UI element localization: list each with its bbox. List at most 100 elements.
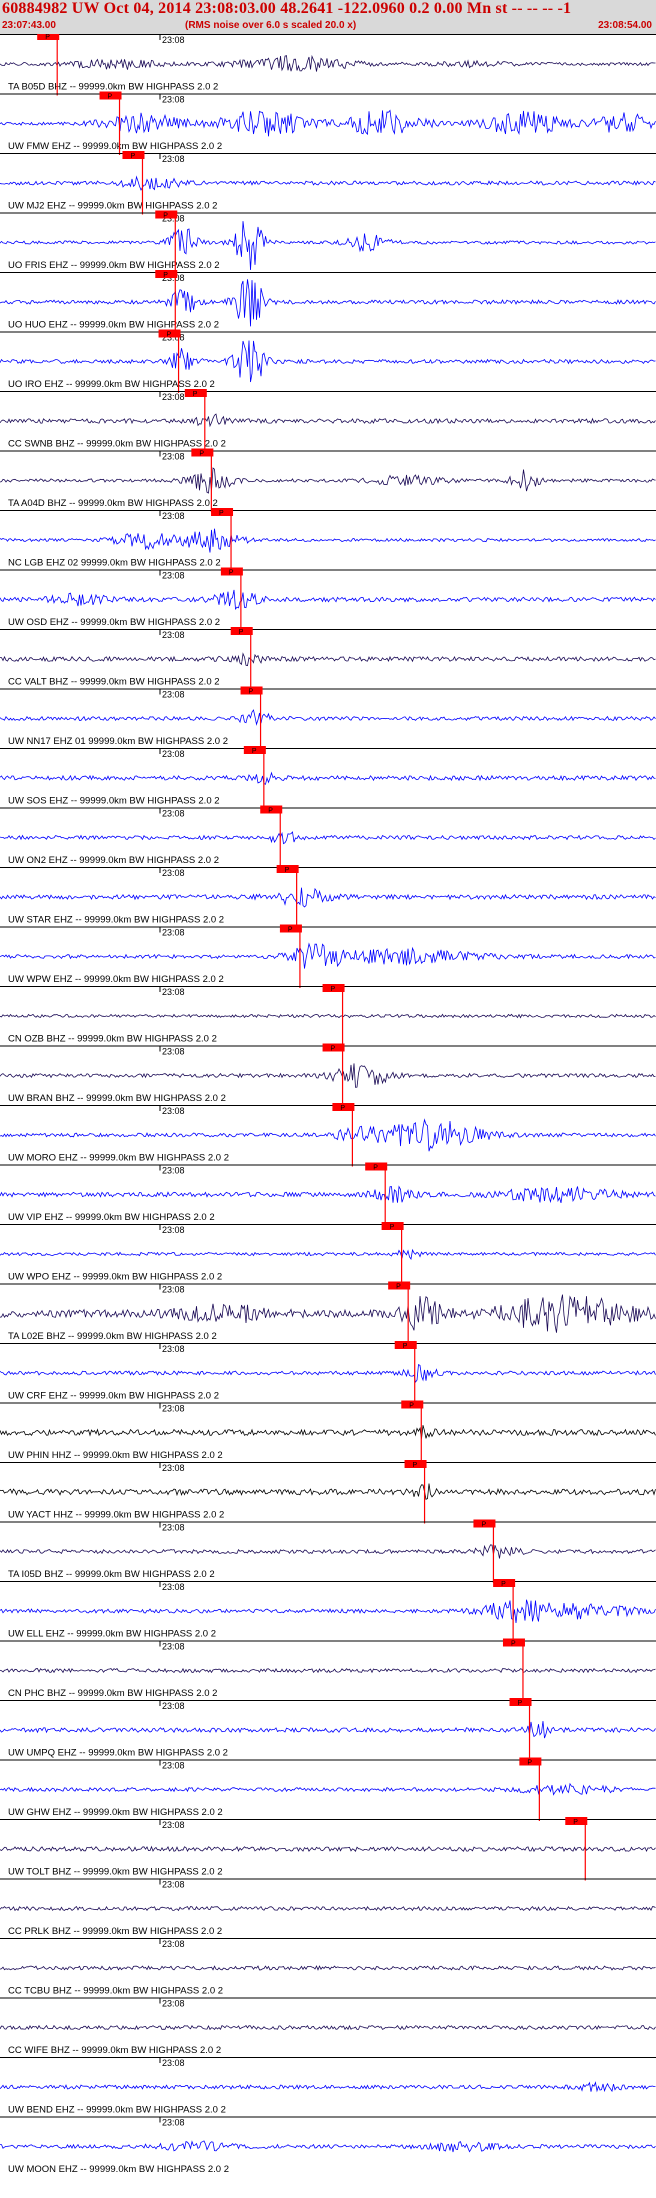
pick-marker-label: P	[163, 213, 168, 220]
waveform-trace	[0, 1118, 656, 1152]
channel-label: TA L02E BHZ -- 99999.0km BW HIGHPASS 2.0…	[8, 1331, 217, 1342]
pick-marker-label: P	[409, 1403, 414, 1410]
channel-label: UW NN17 EHZ 01 99999.0km BW HIGHPASS 2.0…	[8, 736, 228, 747]
waveform-trace	[0, 54, 656, 72]
waveform-trace	[0, 1013, 656, 1019]
time-tick-label: 23:08	[162, 1047, 185, 1057]
pick-marker-label: P	[518, 1700, 523, 1707]
event-title: 60884982 UW Oct 04, 2014 23:08:03.00 48.…	[2, 0, 572, 17]
pick-marker-label: P	[45, 34, 50, 41]
time-tick-label: 23:08	[162, 1642, 185, 1652]
time-tick-label: 23:08	[162, 95, 185, 105]
time-tick-label: 23:08	[162, 1166, 185, 1176]
pick-marker-label: P	[249, 689, 254, 696]
time-tick-label: 23:08	[162, 1106, 185, 1116]
channel-label: UW STAR EHZ -- 99999.0km BW HIGHPASS 2.0…	[8, 915, 224, 926]
waveform-trace	[0, 942, 656, 969]
channel-label: UO FRIS EHZ -- 99999.0km BW HIGHPASS 2.0…	[8, 260, 220, 271]
waveform-trace	[0, 340, 656, 383]
pick-marker-label: P	[390, 1224, 395, 1231]
waveform-trace	[0, 1185, 656, 1204]
time-tick-label: 23:08	[162, 1999, 185, 2009]
channel-label: NC LGB EHZ 02 99999.0km BW HIGHPASS 2.0 …	[8, 558, 221, 569]
channel-label: UW MOON EHZ -- 99999.0km BW HIGHPASS 2.0…	[8, 2164, 229, 2175]
time-tick-label: 23:08	[162, 1701, 185, 1711]
channel-label: UW MORO EHZ -- 99999.0km BW HIGHPASS 2.0…	[8, 1153, 229, 1164]
time-tick-label: 23:08	[162, 1404, 185, 1414]
pick-marker-label: P	[268, 808, 273, 815]
pick-marker-label: P	[511, 1641, 516, 1648]
time-tick-label: 23:08	[162, 2118, 185, 2128]
time-tick-label: 23:08	[162, 749, 185, 759]
pick-marker-label: P	[285, 867, 290, 874]
channel-label: TA I05D BHZ -- 99999.0km BW HIGHPASS 2.0…	[8, 1569, 215, 1580]
channel-label: UW OSD EHZ -- 99999.0km BW HIGHPASS 2.0 …	[8, 617, 220, 628]
channel-label: UW CRF EHZ -- 99999.0km BW HIGHPASS 2.0 …	[8, 1391, 219, 1402]
waveform-trace	[0, 1425, 656, 1439]
pick-marker-label: P	[527, 1760, 532, 1767]
channel-label: CN OZB BHZ -- 99999.0km BW HIGHPASS 2.0 …	[8, 1034, 217, 1045]
channel-label: UW UMPQ EHZ -- 99999.0km BW HIGHPASS 2.0…	[8, 1748, 228, 1759]
pick-marker-label: P	[252, 748, 257, 755]
time-tick-label: 23:08	[162, 868, 185, 878]
time-tick-label: 23:08	[162, 1463, 185, 1473]
waveform-trace	[0, 1544, 656, 1559]
time-tick-label: 23:08	[162, 630, 185, 640]
time-tick-label: 23:08	[162, 511, 185, 521]
waveform-trace	[0, 175, 656, 191]
time-tick-label: 23:08	[162, 392, 185, 402]
time-tick-label: 23:08	[162, 452, 185, 462]
pick-marker-label: P	[229, 570, 234, 577]
channel-label: UW VIP EHZ -- 99999.0km BW HIGHPASS 2.0 …	[8, 1212, 215, 1223]
waveform-trace	[0, 652, 656, 667]
channel-label: CC WIFE BHZ -- 99999.0km BW HIGHPASS 2.0…	[8, 2045, 221, 2056]
pick-marker-label: P	[163, 272, 168, 279]
time-tick-label: 23:08	[162, 1285, 185, 1295]
time-tick-label: 23:08	[162, 987, 185, 997]
channel-label: UW TOLT BHZ -- 99999.0km BW HIGHPASS 2.0…	[8, 1867, 223, 1878]
waveform-trace	[0, 831, 656, 845]
channel-label: UW FMW EHZ -- 99999.0km BW HIGHPASS 2.0 …	[8, 141, 222, 152]
channel-label: CC TCBU BHZ -- 99999.0km BW HIGHPASS 2.0…	[8, 1986, 223, 1997]
rms-note-label: (RMS noise over 6.0 s scaled 20.0 x)	[185, 20, 357, 31]
time-tick-label: 23:08	[162, 1582, 185, 1592]
waveform-trace	[0, 1721, 656, 1739]
end-time-label: 23:08:54.00	[598, 20, 652, 31]
time-tick-label: 23:08	[162, 1344, 185, 1354]
seismogram-plot: 23:08 TA B05D BHZ -- 99999.0km BW HIGHPAS…	[0, 34, 656, 2198]
waveform-trace	[0, 771, 656, 785]
pick-marker-label: P	[340, 1105, 345, 1112]
channel-label: UO IRO EHZ -- 99999.0km BW HIGHPASS 2.0 …	[8, 379, 215, 390]
waveform-trace	[0, 2140, 656, 2153]
time-tick-label: 23:08	[162, 571, 185, 581]
time-tick-label: 23:08	[162, 928, 185, 938]
waveform-trace	[0, 1905, 656, 1912]
channel-label: CN PHC BHZ -- 99999.0km BW HIGHPASS 2.0 …	[8, 1688, 217, 1699]
waveform-trace	[0, 109, 656, 137]
pick-marker-label: P	[481, 1522, 486, 1529]
waveform-trace	[0, 589, 656, 611]
channel-label: UW WPW EHZ -- 99999.0km BW HIGHPASS 2.0 …	[8, 974, 224, 985]
pick-marker-label: P	[193, 391, 198, 398]
time-tick-label: 23:08	[162, 809, 185, 819]
waveform-trace	[0, 528, 656, 553]
channel-label: UW WPO EHZ -- 99999.0km BW HIGHPASS 2.0 …	[8, 1272, 222, 1283]
pick-marker-label: P	[239, 629, 244, 636]
channel-label: CC VALT BHZ -- 99999.0km BW HIGHPASS 2.0…	[8, 677, 220, 688]
waveform-trace	[0, 1483, 656, 1500]
time-tick-label: 23:08	[162, 1761, 185, 1771]
channel-label: UW BEND EHZ -- 99999.0km BW HIGHPASS 2.0…	[8, 2105, 226, 2116]
pick-marker-label: P	[130, 153, 135, 160]
pick-marker-label: P	[331, 1046, 336, 1053]
pick-marker-label: P	[331, 986, 336, 993]
channel-label: UW GHW EHZ -- 99999.0km BW HIGHPASS 2.0 …	[8, 1807, 223, 1818]
waveform-trace	[0, 2081, 656, 2093]
channel-label: UW ON2 EHZ -- 99999.0km BW HIGHPASS 2.0 …	[8, 855, 219, 866]
time-tick-label: 23:08	[162, 1820, 185, 1830]
waveform-trace	[0, 1063, 656, 1088]
channel-label: UO HUO EHZ -- 99999.0km BW HIGHPASS 2.0 …	[8, 320, 219, 331]
channel-label: UW YACT HHZ -- 99999.0km BW HIGHPASS 2.0…	[8, 1510, 224, 1521]
waveform-trace	[0, 887, 656, 908]
waveform-trace	[0, 1782, 656, 1796]
waveform-trace	[0, 1363, 656, 1384]
